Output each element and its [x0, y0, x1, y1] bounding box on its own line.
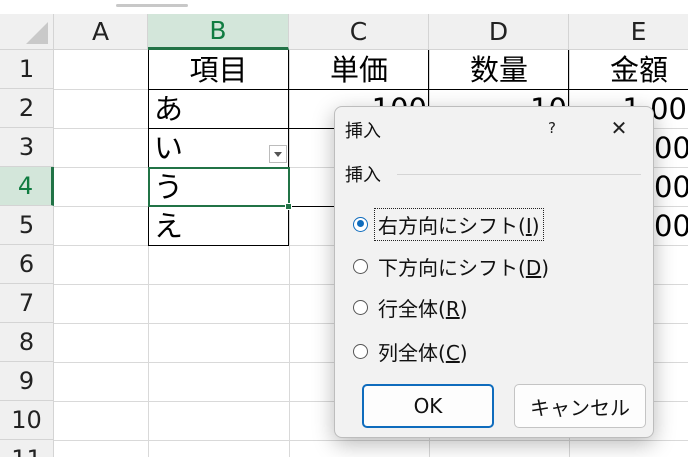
radio-entire-column[interactable]: [353, 343, 368, 359]
option-entire-row[interactable]: 行全体(R): [353, 291, 470, 323]
ok-button[interactable]: OK: [362, 384, 494, 428]
close-icon: ✕: [610, 116, 628, 140]
group-label: 挿入: [345, 161, 385, 187]
dialog-title: 挿入: [345, 121, 381, 142]
gridline: [54, 440, 688, 441]
select-all-triangle-icon: [26, 22, 48, 44]
option-label: 行全体(R): [378, 296, 468, 321]
radio-shift-right[interactable]: [353, 216, 368, 232]
dropdown-arrow-icon: [274, 151, 282, 157]
option-label: 列全体(C): [378, 340, 468, 365]
row-header-9[interactable]: 9: [0, 362, 54, 401]
top-bar: [0, 0, 688, 14]
cancel-button[interactable]: キャンセル: [514, 384, 646, 428]
active-cell-outline: [148, 167, 290, 207]
column-header-c[interactable]: C: [289, 14, 429, 50]
cell-e3[interactable]: 00: [654, 129, 688, 167]
cell-c1[interactable]: 単価: [289, 52, 429, 89]
row-header-6[interactable]: 6: [0, 245, 54, 284]
cell-b2[interactable]: あ: [148, 90, 289, 128]
insert-dialog: 挿入 ? ✕ 挿入 右方向にシフト(I) 下方向にシフト(D) 行全体(R) 列…: [334, 106, 654, 438]
column-header-b[interactable]: B: [148, 14, 289, 50]
close-button[interactable]: ✕: [605, 115, 633, 141]
group-divider: [397, 174, 641, 175]
option-shift-down[interactable]: 下方向にシフト(D): [353, 250, 551, 282]
scroll-indicator[interactable]: [116, 4, 188, 7]
option-label: 下方向にシフト(D): [378, 255, 550, 280]
option-entire-column[interactable]: 列全体(C): [353, 335, 470, 367]
cell-e5[interactable]: 00: [654, 207, 688, 245]
row-header-4[interactable]: 4: [0, 167, 54, 206]
option-shift-right[interactable]: 右方向にシフト(I): [353, 207, 544, 241]
column-header-a[interactable]: A: [54, 14, 148, 50]
table-border: [148, 245, 289, 246]
cell-b1[interactable]: 項目: [148, 52, 289, 89]
radio-entire-row[interactable]: [353, 299, 368, 315]
cell-e4[interactable]: 00: [654, 168, 688, 206]
cell-b5[interactable]: え: [148, 207, 289, 245]
row-header-11[interactable]: 11: [0, 440, 54, 457]
select-all-corner[interactable]: [0, 14, 54, 50]
list-dropdown-button[interactable]: [269, 145, 287, 163]
cell-d1[interactable]: 数量: [429, 52, 569, 89]
cell-e1[interactable]: 金額: [569, 52, 688, 89]
option-label: 右方向にシフト(I): [374, 207, 544, 241]
row-header-2[interactable]: 2: [0, 89, 54, 128]
column-header-e[interactable]: E: [569, 14, 688, 50]
cell-b3[interactable]: い: [148, 129, 289, 167]
row-header-3[interactable]: 3: [0, 128, 54, 167]
row-header-8[interactable]: 8: [0, 323, 54, 362]
radio-shift-down[interactable]: [353, 258, 368, 274]
fill-handle[interactable]: [285, 203, 292, 210]
row-header-1[interactable]: 1: [0, 50, 54, 89]
help-button[interactable]: ?: [540, 116, 564, 140]
row-header-7[interactable]: 7: [0, 284, 54, 323]
column-header-d[interactable]: D: [429, 14, 569, 50]
row-header-5[interactable]: 5: [0, 206, 54, 245]
row-header-10[interactable]: 10: [0, 401, 54, 440]
